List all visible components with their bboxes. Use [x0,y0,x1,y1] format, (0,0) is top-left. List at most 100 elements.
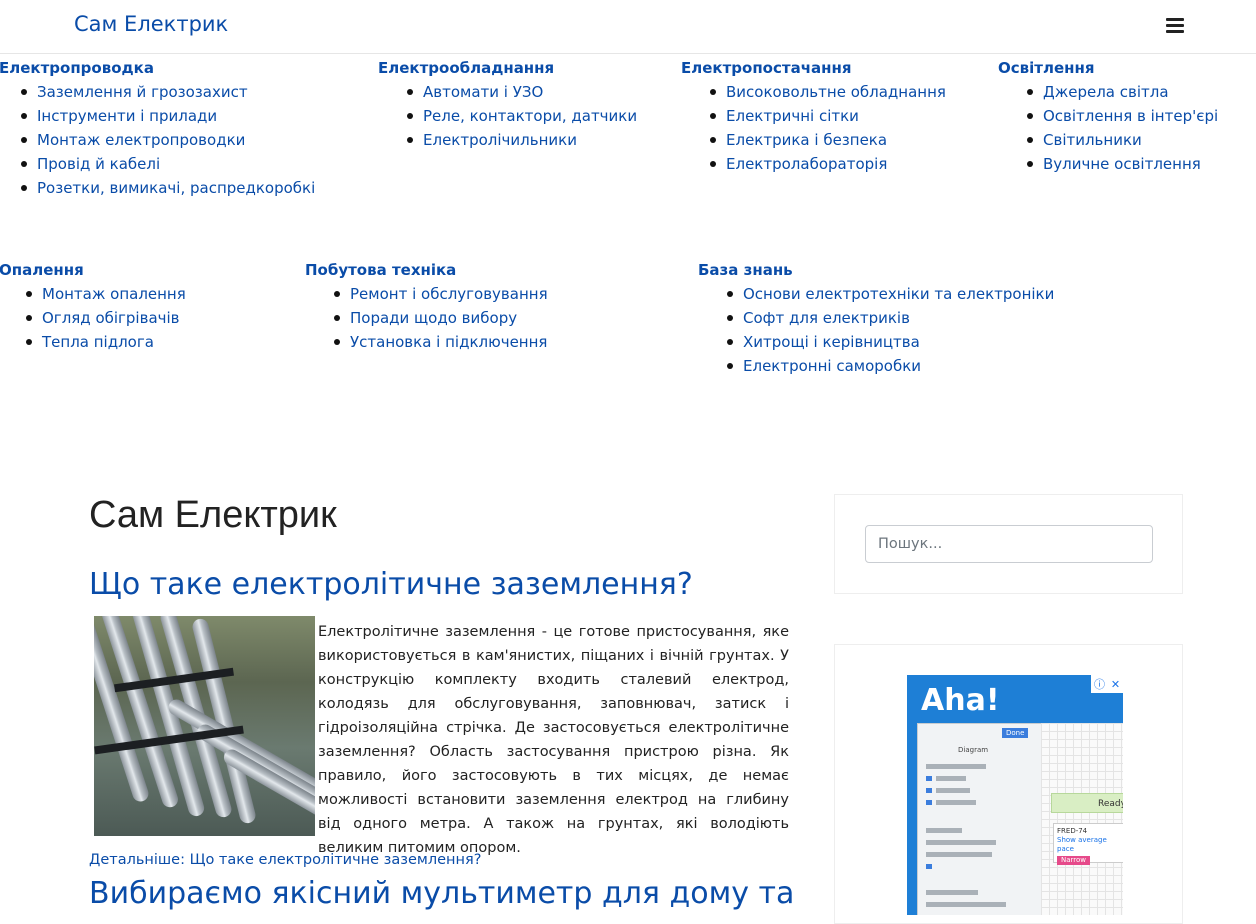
menu-item-link[interactable]: Джерела світла [1043,83,1169,101]
menu-item: Електронні саморобки [726,354,1054,378]
ad-note-button: Narrow [1057,856,1091,865]
menu-item-link[interactable]: Монтаж опалення [42,285,186,303]
menu-item: Поради щодо вибору [334,306,548,330]
ad-done-button: Done [1002,728,1029,738]
menu-item-link[interactable]: Освітлення в інтер'єрі [1043,107,1218,125]
menu-item: Електричні сітки [710,104,946,128]
ad-panel-row [926,902,1006,907]
ad-canvas-grid: Ready FRED-74 Show average pace Narrow [1041,723,1123,915]
menu-group-appliances: Побутова техніка Ремонт і обслуговування… [305,258,548,354]
menu-item-link[interactable]: Заземлення й грозозахист [37,83,248,101]
info-icon[interactable]: ⓘ [1094,676,1105,692]
menu-item: Освітлення в інтер'єрі [1026,104,1218,128]
ad-panel-row [936,800,976,805]
menu-item: Заземлення й грозозахист [20,80,315,104]
ad-checkbox [926,800,932,805]
menu-item: Електролабораторія [710,152,946,176]
page-title: Сам Електрик [89,494,337,536]
menu-group-power-supply: Електропостачання Високовольтне обладнан… [681,56,946,176]
menu-group-title[interactable]: База знань [698,261,793,279]
menu-item: Тепла підлога [26,330,186,354]
menu-group-title[interactable]: Опалення [0,261,84,279]
menu-item-link[interactable]: Високовольтне обладнання [726,83,946,101]
article-title-link[interactable]: Вибираємо якісний мультиметр для дому та [89,876,794,911]
menu-item-link[interactable]: Монтаж електропроводки [37,131,245,149]
ad-panel-row [926,828,962,833]
menu-item-link[interactable]: Основи електротехніки та електроніки [743,285,1054,303]
menu-group-title[interactable]: Освітлення [998,59,1095,77]
menu-item-link[interactable]: Установка і підключення [350,333,547,351]
menu-item: Світильники [1026,128,1218,152]
menu-item-link[interactable]: Електролічильники [423,131,577,149]
menu-group-title[interactable]: Електропроводка [0,59,154,77]
menu-item-link[interactable]: Софт для електриків [743,309,910,327]
menu-item-link[interactable]: Реле, контактори, датчики [423,107,637,125]
menu-item: Реле, контактори, датчики [406,104,637,128]
ad-panel-row [926,890,978,895]
menu-group-lighting: Освітлення Джерела світла Освітлення в і… [998,56,1218,176]
menu-item-link[interactable]: Електричні сітки [726,107,859,125]
menu-item-link[interactable]: Електронні саморобки [743,357,921,375]
ad-card: Aha! ⓘ ✕ Done Diagram Ready FRED-7 [834,644,1183,924]
menu-item: Електролічильники [406,128,637,152]
menu-item-link[interactable]: Світильники [1043,131,1142,149]
article-image [94,616,315,836]
menu-item: Огляд обігрівачів [26,306,186,330]
ad-settings-panel: Done Diagram [917,723,1043,915]
navbar: Сам Електрик [0,0,1256,54]
menu-item-link[interactable]: Тепла підлога [42,333,154,351]
ad-checkbox [926,788,932,793]
menu-item: Розетки, вимикачі, распредкоробкі [20,176,315,200]
menu-group-title[interactable]: Електрообладнання [378,59,554,77]
menu-item: Інструменти і прилади [20,104,315,128]
menu-item-link[interactable]: Хитрощі і керівництва [743,333,920,351]
ad-choices-close[interactable]: ⓘ ✕ [1091,675,1123,693]
article-title-text[interactable]: Що таке електролітичне заземлення? [89,567,693,602]
site-brand-link[interactable]: Сам Електрик [74,12,228,36]
menu-item-link[interactable]: Поради щодо вибору [350,309,517,327]
menu-item-link[interactable]: Ремонт і обслуговування [350,285,548,303]
search-input[interactable] [865,525,1153,563]
menu-group-heating: Опалення Монтаж опалення Огляд обігрівач… [0,258,186,354]
menu-item: Провід й кабелі [20,152,315,176]
ad-ready-block: Ready [1051,793,1123,813]
read-more-link[interactable]: Детальніше: Що таке електролітичне зазем… [89,852,481,868]
menu-item: Софт для електриків [726,306,1054,330]
menu-item-link[interactable]: Електрика і безпека [726,131,887,149]
menu-item: Ремонт і обслуговування [334,282,548,306]
article-title-link[interactable]: Що таке електролітичне заземлення? [89,567,693,602]
menu-item-link[interactable]: Інструменти і прилади [37,107,217,125]
menu-item-link[interactable]: Розетки, вимикачі, распредкоробкі [37,179,315,197]
menu-item: Установка і підключення [334,330,548,354]
menu-group-title[interactable]: Побутова техніка [305,261,456,279]
ad-headline: Aha! [921,683,1000,718]
article-title-text[interactable]: Вибираємо якісний мультиметр для дому та [89,876,794,911]
ad-checkbox [926,864,932,869]
menu-item-link[interactable]: Огляд обігрівачів [42,309,180,327]
search-card [834,494,1183,594]
ad-panel-row [926,840,996,845]
menu-item: Електрика і безпека [710,128,946,152]
ad-panel-row [926,764,986,769]
menu-item: Хитрощі і керівництва [726,330,1054,354]
menu-item: Монтаж опалення [26,282,186,306]
close-icon[interactable]: ✕ [1111,678,1120,691]
menu-group-title[interactable]: Електропостачання [681,59,851,77]
ad-note-title: FRED-74 [1057,827,1088,835]
menu-item: Монтаж електропроводки [20,128,315,152]
menu-group-wiring: Електропроводка Заземлення й грозозахист… [0,56,315,200]
menu-item-link[interactable]: Автомати і УЗО [423,83,543,101]
advertisement[interactable]: Aha! ⓘ ✕ Done Diagram Ready FRED-7 [907,675,1123,915]
menu-item: Джерела світла [1026,80,1218,104]
menu-item-link[interactable]: Вуличне освітлення [1043,155,1201,173]
menu-group-knowledge-base: База знань Основи електротехніки та елек… [698,258,1054,378]
hamburger-menu-icon[interactable] [1166,17,1184,33]
menu-item-link[interactable]: Електролабораторія [726,155,887,173]
ad-note-text: Show average pace [1057,836,1107,853]
article-excerpt: Електролітичне заземлення - це готове пр… [318,624,789,856]
ad-panel-row [926,852,992,857]
menu-item: Основи електротехніки та електроніки [726,282,1054,306]
menu-item: Високовольтне обладнання [710,80,946,104]
ad-panel-row [936,776,966,781]
menu-item-link[interactable]: Провід й кабелі [37,155,160,173]
